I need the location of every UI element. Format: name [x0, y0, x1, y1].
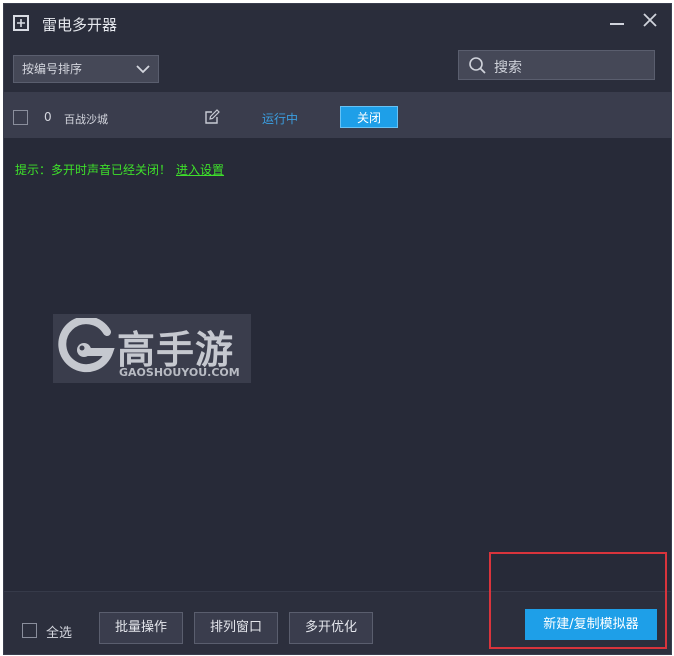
sort-dropdown[interactable]: 按编号排序: [13, 55, 159, 83]
chevron-down-icon: [136, 65, 150, 74]
multi-open-optimize-button[interactable]: 多开优化: [289, 612, 373, 644]
multi-instance-window: 雷电多开器 按编号排序 搜索 0 百战沙城 运行中 关闭 提示：多开时声音已经关…: [3, 3, 672, 655]
close-window-button[interactable]: [640, 10, 660, 30]
batch-operation-button[interactable]: 批量操作: [99, 612, 183, 644]
sort-dropdown-label: 按编号排序: [22, 62, 83, 76]
sound-tip: 提示：多开时声音已经关闭！: [15, 163, 172, 177]
close-icon: [643, 13, 657, 27]
app-logo-icon: [13, 15, 29, 31]
search-icon: [469, 57, 486, 74]
edit-icon[interactable]: [204, 109, 220, 129]
select-all-label: 全选: [46, 626, 73, 641]
footer-bar: 全选 批量操作 排列窗口 多开优化 新建/复制模拟器: [4, 591, 671, 654]
watermark-text-en: GAOSHOUYOU.COM: [119, 366, 240, 379]
instance-name: 百战沙城: [64, 113, 108, 126]
instance-index: 0: [44, 110, 52, 124]
instance-close-button[interactable]: 关闭: [340, 106, 398, 128]
select-all-checkbox[interactable]: [22, 623, 37, 638]
settings-link[interactable]: 进入设置: [176, 161, 224, 178]
arrange-windows-button[interactable]: 排列窗口: [194, 612, 278, 644]
instance-status: 运行中: [262, 112, 299, 126]
toolbar: 按编号排序 搜索: [4, 44, 671, 92]
window-title: 雷电多开器: [42, 16, 118, 34]
instance-row: 0 百战沙城 运行中 关闭: [4, 92, 671, 138]
watermark: 高手游 GAOSHOUYOU.COM: [53, 314, 251, 383]
create-copy-emulator-button[interactable]: 新建/复制模拟器: [525, 609, 657, 640]
search-placeholder: 搜索: [494, 60, 522, 76]
watermark-logo-icon: [58, 318, 115, 373]
instance-checkbox[interactable]: [13, 110, 28, 125]
minimize-button[interactable]: [608, 14, 626, 32]
title-bar: 雷电多开器: [4, 4, 671, 44]
search-input[interactable]: 搜索: [458, 50, 655, 80]
